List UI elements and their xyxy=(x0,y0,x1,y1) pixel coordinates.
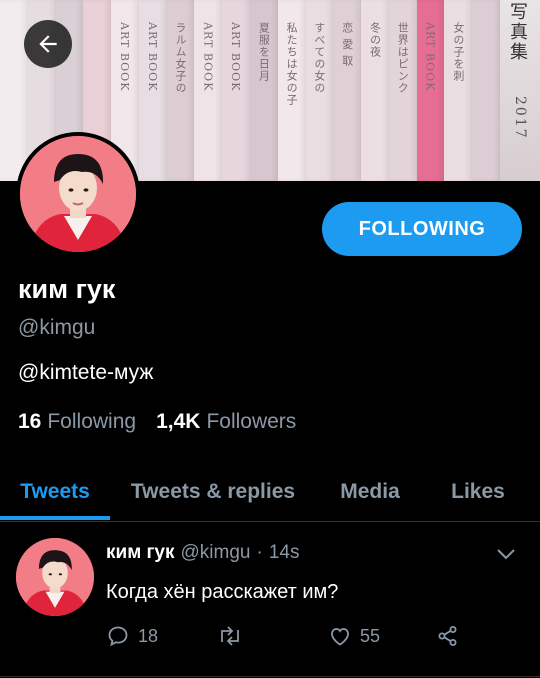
tweet-author-handle[interactable]: @kimgu xyxy=(181,542,251,564)
like-count: 55 xyxy=(360,625,381,646)
reply-icon xyxy=(108,626,128,647)
followers-count: 1,4K xyxy=(156,410,201,433)
book-spine-text: ラルム女子の xyxy=(174,22,188,94)
tweet-menu-button[interactable] xyxy=(494,542,518,571)
book-spine: ART BOOK xyxy=(222,0,250,181)
followers-label: Followers xyxy=(206,410,297,433)
book-spine: ART BOOK xyxy=(138,0,167,181)
book-spine xyxy=(472,0,500,181)
tab-tweets[interactable]: Tweets xyxy=(0,462,110,522)
book-spine-text: 恋 愛 取 xyxy=(340,22,354,67)
book-spine: 世界はピンク xyxy=(388,0,417,181)
tweet[interactable]: ким гук @kimgu · 14s Когда хён расскажет… xyxy=(0,524,540,678)
back-button[interactable] xyxy=(24,20,72,68)
reply-button[interactable]: 18 xyxy=(106,624,158,648)
chevron-down-icon xyxy=(497,549,515,560)
active-tab-indicator xyxy=(0,516,110,520)
profile-name: ким гук xyxy=(18,274,116,304)
reply-count: 18 xyxy=(138,625,159,646)
banner-year: 2017 xyxy=(512,96,528,140)
book-spine xyxy=(0,0,28,181)
book-spine-text: 女の子を刺 xyxy=(451,22,465,82)
book-spine-text: ART BOOK xyxy=(229,22,243,92)
followers-stat[interactable]: 1,4K Followers xyxy=(156,410,296,434)
profile-tabs: Tweets Tweets & replies Media Likes xyxy=(0,462,540,522)
book-spine: 夏服を日月 xyxy=(250,0,278,181)
book-spine: ラルム女子の xyxy=(166,0,195,181)
profile-avatar[interactable] xyxy=(16,132,140,256)
book-spine-text: ART BOOK xyxy=(117,22,131,92)
following-label: Following xyxy=(47,410,137,433)
tab-media[interactable]: Media xyxy=(316,462,424,522)
tweet-author-name[interactable]: ким гук xyxy=(106,542,175,564)
divider xyxy=(0,676,540,677)
profile-stats: 16 Following 1,4K Followers xyxy=(18,410,308,434)
profile-handle: @kimgu xyxy=(18,316,96,339)
tab-likes[interactable]: Likes xyxy=(424,462,532,522)
profile-bio: @kimtete-муж xyxy=(18,361,154,384)
tweet-avatar[interactable] xyxy=(16,538,94,616)
book-spine-text: ART BOOK xyxy=(423,22,437,92)
retweet-button[interactable] xyxy=(216,624,244,648)
book-spine: 恋 愛 取 xyxy=(333,0,362,181)
tab-tweets-replies[interactable]: Tweets & replies xyxy=(110,462,316,522)
arrow-left-icon xyxy=(39,35,57,53)
book-spine-text: ART BOOK xyxy=(145,22,159,92)
following-button[interactable]: FOLLOWING xyxy=(322,202,522,256)
book-spine: 私たちは女の子 xyxy=(277,0,306,181)
avatar-image xyxy=(20,136,136,252)
retweet-icon xyxy=(221,626,239,646)
tweet-header: ким гук @kimgu · 14s xyxy=(106,542,299,564)
heart-icon xyxy=(331,628,349,646)
share-icon xyxy=(438,626,457,646)
banner-title: 写真集 xyxy=(507,2,528,62)
tweet-text: Когда хён расскажет им? xyxy=(106,581,339,603)
book-spine: すべての女の xyxy=(305,0,334,181)
book-spine-text: ART BOOK xyxy=(201,22,215,92)
tweet-timestamp[interactable]: 14s xyxy=(269,542,300,564)
book-spine-text: すべての女の xyxy=(312,22,326,94)
book-spine-text: 夏服を日月 xyxy=(257,22,271,82)
book-spine-text: 世界はピンク xyxy=(396,22,410,94)
tweet-avatar-image xyxy=(16,538,94,616)
book-spine: ART BOOK xyxy=(194,0,223,181)
book-spine-text: 私たちは女の子 xyxy=(285,22,299,106)
book-spine: ART BOOK xyxy=(416,0,445,181)
book-spine: 女の子を刺 xyxy=(444,0,473,181)
like-button[interactable]: 55 xyxy=(328,624,380,648)
book-spine: 冬の夜 xyxy=(361,0,389,181)
tweet-separator: · xyxy=(256,542,263,563)
book-spine-text: 冬の夜 xyxy=(368,22,382,58)
tweet-actions: 18 55 xyxy=(0,624,540,660)
following-stat[interactable]: 16 Following xyxy=(18,410,136,434)
share-button[interactable] xyxy=(436,624,460,648)
following-count: 16 xyxy=(18,410,42,433)
